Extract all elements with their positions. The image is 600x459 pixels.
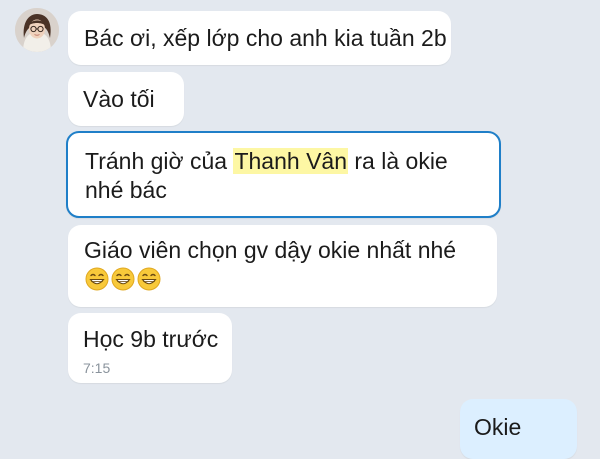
incoming-message-bubble[interactable]: Giáo viên chọn gv dậy okie nhất nhé [68,225,497,307]
incoming-message-bubble[interactable]: Vào tối [68,72,184,126]
selected-message-bubble[interactable]: Tránh giờ của Thanh Vân ra là okie nhé b… [66,131,501,218]
grinning-face-icon [85,267,109,291]
highlighted-name[interactable]: Thanh Vân [233,148,348,174]
message-text: Vào tối [83,86,155,112]
grinning-face-icon [137,267,161,291]
message-text-part: Tránh giờ của [85,148,234,174]
message-text: Bác ơi, xếp lớp cho anh kia tuần 2b [84,25,447,51]
grinning-face-icon [111,267,135,291]
outgoing-message-bubble[interactable]: Okie [460,399,577,459]
incoming-message-bubble[interactable]: Học 9b trước 7:15 [68,313,232,383]
message-text: Giáo viên chọn gv dậy okie nhất nhé [84,237,457,263]
message-timestamp: 7:15 [83,360,111,376]
contact-avatar[interactable] [15,8,59,52]
incoming-message-bubble[interactable]: Bác ơi, xếp lớp cho anh kia tuần 2b [68,11,451,65]
message-text: Học 9b trước [83,326,219,352]
message-text: Okie [474,414,522,440]
